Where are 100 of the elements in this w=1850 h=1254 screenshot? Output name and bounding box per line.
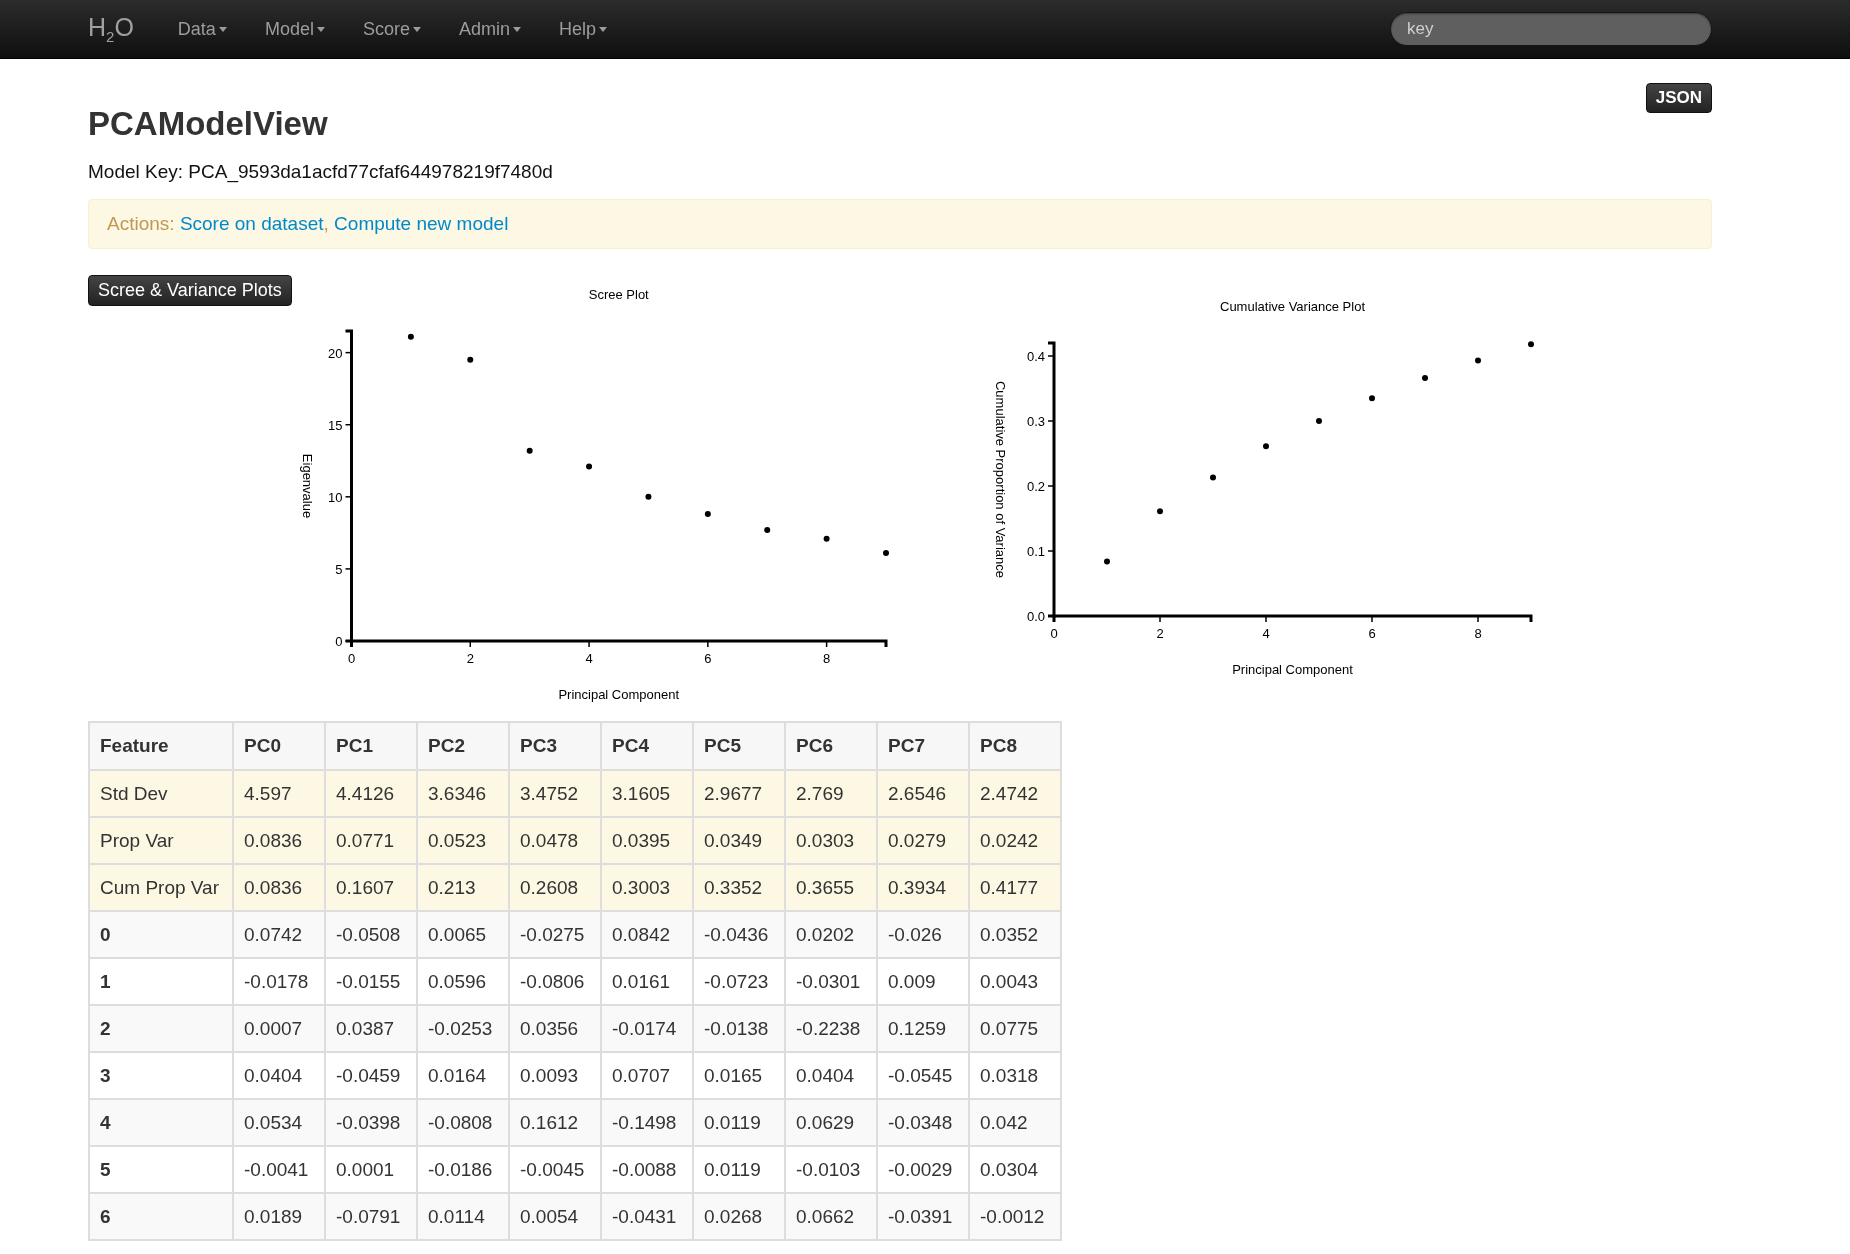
table-cell: -0.0041 [233,1146,325,1193]
table-cell: 0.0836 [233,817,325,864]
nav-menu[interactable]: Admin [458,18,521,40]
caret-icon [513,26,521,32]
y-tick-label: 15 [327,417,343,433]
table-cell: -0.0508 [325,911,417,958]
table-cell: 4.597 [233,770,325,817]
x-tick-label: 6 [1368,626,1376,641]
caret-icon [599,26,607,32]
table-cell: -0.0301 [785,958,877,1005]
table-cell: -0.0012 [969,1193,1061,1240]
search-field[interactable]: key [1390,12,1712,46]
table-cell: -0.0436 [693,911,785,958]
x-tick-label: 0 [1050,626,1058,641]
brand-logo[interactable]: H$_{2}$O [88,13,134,45]
action-link[interactable]: Score on dataset [179,213,324,234]
table-cell: 0.3934 [877,864,969,911]
x-tick-label: 8 [822,651,830,666]
x-tick-label: 4 [1262,626,1270,641]
table-cell: 2.769 [785,770,877,817]
table-cell: -0.0155 [325,958,417,1005]
plots-button[interactable]: Scree & Variance Plots [88,275,292,306]
model-key: Model Key: PCA_9593da1acfd77cfaf644978219f7480d [88,161,1712,183]
row-label: 5 [89,1146,233,1193]
table-cell: 0.0242 [969,817,1061,864]
table-cell: -0.1498 [601,1099,693,1146]
row-label: 3 [89,1052,233,1099]
table-cell: 0.0352 [969,911,1061,958]
table-cell: 0.0165 [693,1052,785,1099]
table-cell: -0.0808 [417,1099,509,1146]
table-cell: 0.0189 [233,1193,325,1240]
table-cell: 0.3352 [693,864,785,911]
table-cell: 0.0065 [417,911,509,958]
row-label: 0 [89,911,233,958]
y-tick-label: 0.2 [1026,479,1045,494]
row-label: Cum Prop Var [89,864,233,911]
table-cell: 0.0404 [233,1052,325,1099]
table-cell: 0.0001 [325,1146,417,1193]
row-label: 2 [89,1005,233,1052]
table-cell: 3.4752 [509,770,601,817]
table-cell: 0.0356 [509,1005,601,1052]
x-tick-label: 2 [466,651,474,666]
table-cell: 0.0114 [417,1193,509,1240]
table-cell: 0.0836 [233,864,325,911]
nav-menu[interactable]: Help [559,18,607,40]
table-cell: -0.0178 [233,958,325,1005]
caret-icon [218,26,227,32]
table-cell: 0.0119 [693,1099,785,1146]
table-cell: 0.0007 [233,1005,325,1052]
table-cell: -0.0186 [417,1146,509,1193]
row-label: 6 [89,1193,233,1240]
x-axis-label: Principal Component [1231,662,1353,677]
table-cell: 0.0318 [969,1052,1061,1099]
table-cell: 2.9677 [693,770,785,817]
table-cell: -0.0806 [509,958,601,1005]
y-axis-label: Eigenvalue [299,453,315,519]
table-cell: 0.0842 [601,911,693,958]
x-tick-label: 8 [1474,626,1482,641]
table-cell: 0.0771 [325,817,417,864]
caret-icon [316,26,325,32]
table-cell: 0.0534 [233,1099,325,1146]
table-cell: 2.6546 [877,770,969,817]
table-cell: -0.0459 [325,1052,417,1099]
actions-label: Actions: [107,213,176,234]
table-cell: 0.0161 [601,958,693,1005]
table-cell: -0.0398 [325,1099,417,1146]
table-cell: 0.0043 [969,958,1061,1005]
y-tick-label: 0.3 [1026,414,1045,429]
json-button[interactable]: JSON [1645,83,1712,113]
nav-menu[interactable]: Data [177,18,227,40]
y-tick-label: 0 [335,634,343,649]
table-cell: -0.0545 [877,1052,969,1099]
action-link[interactable]: Compute new model [334,213,509,234]
table-cell: 0.0742 [233,911,325,958]
table-cell: 0.042 [969,1099,1061,1146]
chart-title: Cumulative Variance Plot [1219,299,1365,314]
table-cell: 0.0662 [785,1193,877,1240]
table-cell: 0.0119 [693,1146,785,1193]
table-cell: 3.1605 [601,770,693,817]
table-cell: 0.4177 [969,864,1061,911]
table-cell: 0.1259 [877,1005,969,1052]
table-cell: 0.3003 [601,864,693,911]
table-cell: 0.0303 [785,817,877,864]
nav-menu[interactable]: Score [362,18,421,40]
table-cell: -0.026 [877,911,969,958]
separator: , [323,213,330,234]
table-cell: 0.0304 [969,1146,1061,1193]
table-cell: -0.0045 [509,1146,601,1193]
nav-menu[interactable]: Model [264,18,325,40]
y-tick-label: 10 [327,489,343,505]
table-cell: 0.0523 [417,817,509,864]
table-cell: -0.0723 [693,958,785,1005]
x-axis-label: Principal Component [558,687,679,702]
table-cell: 0.0202 [785,911,877,958]
table-cell: 0.0387 [325,1005,417,1052]
column-header: PC3 [509,722,601,770]
row-label: Std Dev [89,770,233,817]
row-label: Prop Var [89,817,233,864]
x-tick-label: 2 [1156,626,1164,641]
row-label: 1 [89,958,233,1005]
